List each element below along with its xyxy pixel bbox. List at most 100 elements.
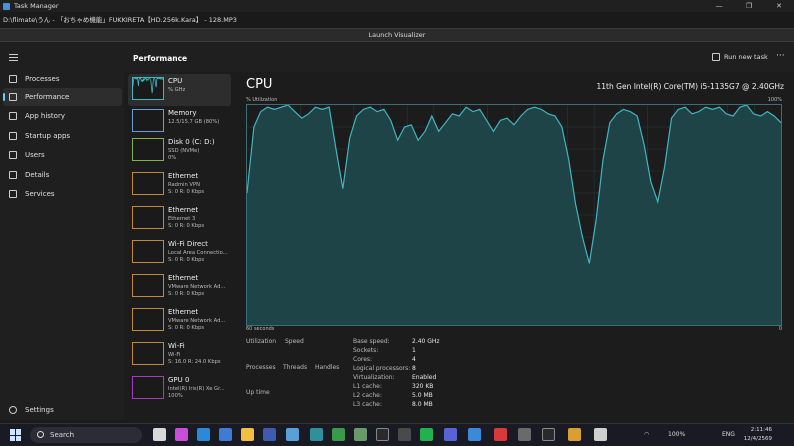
task-manager-window: Task Manager — ❐ ✕ D:\flimate\うん - 「おちゃめ…: [0, 0, 794, 446]
sidebar-item-services[interactable]: Services: [3, 185, 122, 203]
more-options-button[interactable]: ···: [776, 51, 785, 61]
windows-start-icon[interactable]: [10, 429, 22, 441]
device-name: CPU: [168, 77, 183, 85]
taskbar-app-icon[interactable]: [286, 428, 299, 441]
file-explorer-icon[interactable]: [241, 428, 254, 441]
device-detail: % GHz: [168, 87, 186, 93]
taskbar-app-icon[interactable]: [219, 428, 232, 441]
taskbar-app-icon[interactable]: [444, 428, 457, 441]
device-item[interactable]: Ethernet Ethernet 3 S: 0 R: 0 Kbps: [128, 203, 231, 235]
device-thumbnail: [132, 240, 164, 263]
terminal-icon[interactable]: [542, 428, 555, 441]
device-detail: S: 0 R: 0 Kbps: [168, 325, 205, 331]
taskbar-app-icon[interactable]: [332, 428, 345, 441]
device-item[interactable]: Ethernet VMware Network Ad... S: 0 R: 0 Kb…: [128, 305, 231, 337]
taskbar-app-icon[interactable]: [310, 428, 323, 441]
device-detail: S: 16.0 R: 24.0 Kbps: [168, 359, 221, 365]
maximize-button[interactable]: ❐: [734, 0, 764, 12]
users-icon: [9, 151, 17, 159]
spec-value: 5.0 MB: [412, 392, 433, 399]
spec-value: 320 KB: [412, 383, 434, 390]
taskbar-app-icon[interactable]: [398, 428, 411, 441]
launch-visualizer-button[interactable]: Launch Visualizer: [0, 28, 794, 42]
taskbar-app-icon[interactable]: [518, 428, 531, 441]
taskbar-search[interactable]: Search: [30, 427, 142, 443]
sidebar-item-label: Performance: [25, 93, 70, 101]
utilization-axis-label: % Utilization: [246, 97, 278, 103]
device-detail: 100%: [168, 393, 183, 399]
sidebar-item-details[interactable]: Details: [3, 166, 122, 184]
device-name: GPU 0: [168, 376, 190, 384]
sidebar-item-users[interactable]: Users: [3, 146, 122, 164]
search-label: Search: [50, 431, 75, 439]
device-detail: Radmin VPN: [168, 182, 200, 188]
spec-label: Sockets:: [353, 347, 379, 354]
sidebar-item-startup-apps[interactable]: Startup apps: [3, 127, 122, 145]
time-axis-right-label: 0: [778, 326, 782, 332]
sidebar-item-label: Processes: [25, 75, 60, 83]
device-detail: Ethernet 3: [168, 216, 196, 222]
run-new-task-button[interactable]: Run new task: [712, 53, 768, 61]
device-item[interactable]: Wi-Fi Direct Local Area Connectio... S: 0 …: [128, 237, 231, 269]
spec-value: 2.40 GHz: [412, 338, 440, 345]
close-button[interactable]: ✕: [764, 0, 794, 12]
task-manager-taskbar-icon[interactable]: [594, 428, 607, 441]
device-detail: Wi-Fi: [168, 352, 181, 358]
threads-stat-label: Threads: [283, 364, 308, 371]
device-name: Ethernet: [168, 172, 199, 180]
minimize-button[interactable]: —: [704, 0, 734, 12]
clock[interactable]: 2:11:46 12/4/2569: [742, 426, 772, 444]
chrome-icon[interactable]: [568, 428, 581, 441]
device-thumbnail: [132, 138, 164, 161]
device-name: Ethernet: [168, 206, 199, 214]
hamburger-menu-icon[interactable]: [9, 54, 18, 61]
language-indicator[interactable]: ENG: [722, 431, 735, 438]
device-thumbnail: [132, 274, 164, 297]
taskbar-app-icon[interactable]: [468, 428, 481, 441]
sidebar-item-performance[interactable]: Performance: [3, 88, 122, 106]
taskbar-app-icon[interactable]: [354, 428, 367, 441]
sidebar-item-settings[interactable]: Settings: [3, 402, 122, 418]
page-title: Performance: [133, 54, 188, 63]
taskbar-app-icon[interactable]: [494, 428, 507, 441]
search-icon: [37, 431, 44, 438]
device-item[interactable]: Ethernet VMware Network Ad... S: 0 R: 0 Kb…: [128, 271, 231, 303]
run-new-task-label: Run new task: [724, 53, 768, 61]
device-name: Wi-Fi Direct: [168, 240, 208, 248]
taskbar-app-icon[interactable]: [263, 428, 276, 441]
device-item[interactable]: Ethernet Radmin VPN S: 0 R: 0 Kbps: [128, 169, 231, 201]
sidebar-item-processes[interactable]: Processes: [3, 70, 122, 88]
edge-icon[interactable]: [197, 428, 210, 441]
gear-icon: [9, 406, 17, 414]
processes-icon: [9, 75, 17, 83]
device-item[interactable]: GPU 0 Intel(R) Iris(R) Xe Gr... 100%: [128, 373, 231, 405]
spec-label: Logical processors:: [353, 365, 411, 372]
device-item[interactable]: CPU % GHz: [128, 74, 231, 106]
battery-label[interactable]: 100%: [668, 431, 685, 438]
device-thumbnail: [132, 342, 164, 365]
spec-value: 8: [412, 365, 416, 372]
device-item[interactable]: Memory 12.5/15.7 GB (80%): [128, 106, 231, 138]
device-detail: S: 0 R: 0 Kbps: [168, 223, 205, 229]
line-icon[interactable]: [420, 428, 433, 441]
device-item[interactable]: Disk 0 (C: D:) SSD (NVMe) 0%: [128, 135, 231, 167]
wifi-icon[interactable]: ◠: [644, 431, 649, 438]
device-name: Wi-Fi: [168, 342, 185, 350]
device-item[interactable]: Wi-Fi Wi-Fi S: 16.0 R: 24.0 Kbps: [128, 339, 231, 371]
taskbar-app-icon[interactable]: [153, 428, 166, 441]
device-thumbnail: [132, 206, 164, 229]
terminal-icon[interactable]: [376, 428, 389, 441]
task-manager-icon: [3, 2, 10, 10]
spec-value: Enabled: [412, 374, 437, 381]
device-detail: VMware Network Ad...: [168, 284, 226, 290]
taskbar-app-icon[interactable]: [175, 428, 188, 441]
settings-label: Settings: [25, 406, 54, 414]
device-detail: SSD (NVMe): [168, 148, 200, 154]
sidebar-item-app-history[interactable]: App history: [3, 107, 122, 125]
device-thumbnail: [132, 376, 164, 399]
cpu-panel: CPU 11th Gen Intel(R) Core(TM) i5-1135G7…: [234, 72, 794, 420]
device-detail: S: 0 R: 0 Kbps: [168, 291, 205, 297]
device-detail: 12.5/15.7 GB (80%): [168, 119, 220, 125]
device-thumbnail: [132, 308, 164, 331]
device-detail: 0%: [168, 155, 177, 161]
